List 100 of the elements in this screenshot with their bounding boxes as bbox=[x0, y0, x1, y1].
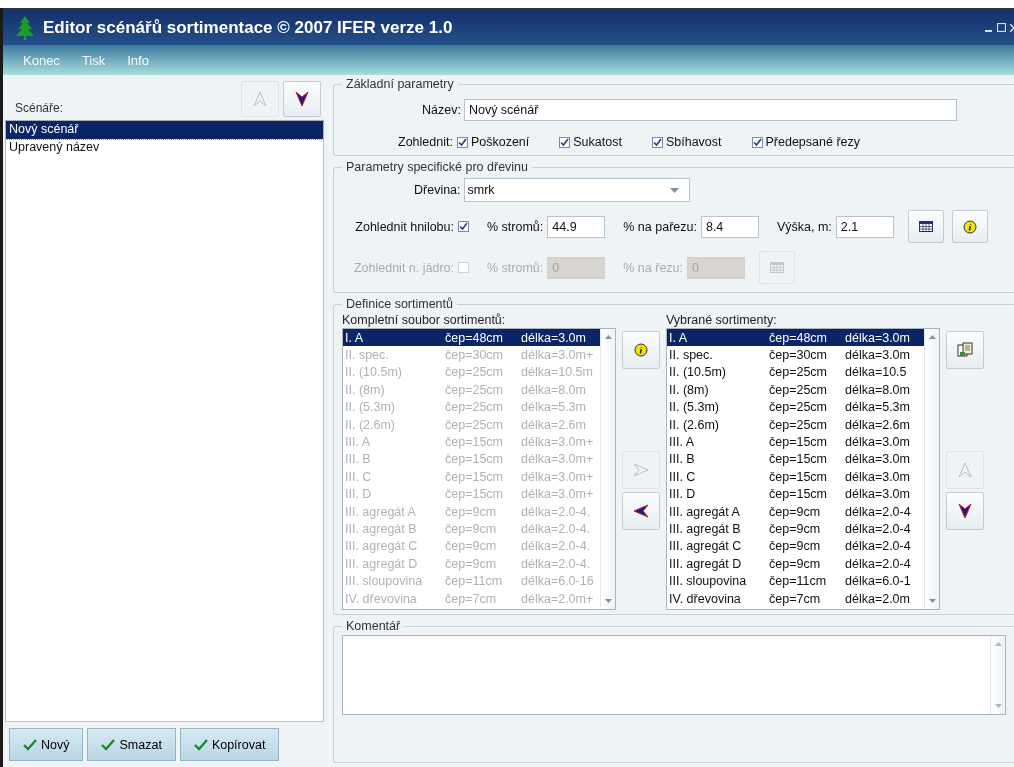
down-arrow-icon bbox=[958, 503, 972, 519]
number-field[interactable]: 8.4 bbox=[700, 215, 759, 238]
assortment-length: délka=10.5m bbox=[521, 365, 594, 380]
list-item[interactable]: I. A čep=48cm délka=3.0m bbox=[667, 329, 924, 347]
assortment-name: II. (5.3m) bbox=[669, 400, 720, 415]
list-item[interactable]: III. agregát D čep=9cm délka=2.0-4 bbox=[667, 555, 924, 573]
list-item[interactable]: II. (5.3m) čep=25cm délka=5.3m bbox=[667, 398, 924, 416]
remove-button[interactable] bbox=[622, 492, 660, 530]
group-title: Parametry specifické pro dřevinu bbox=[345, 160, 530, 174]
list-item[interactable]: III. A čep=15cm délka=3.0m bbox=[667, 433, 924, 451]
field-label: % stromů: bbox=[487, 219, 544, 234]
assortment-name: III. B bbox=[669, 452, 696, 467]
assortment-diameter: čep=15cm bbox=[769, 469, 829, 484]
list-item[interactable]: III. D čep=15cm délka=3.0m bbox=[667, 485, 924, 503]
copy-button[interactable] bbox=[946, 331, 984, 369]
assortment-name: II. (2.6m) bbox=[345, 417, 396, 432]
list-item[interactable]: Nový scénář bbox=[6, 121, 323, 139]
close-icon[interactable] bbox=[1010, 23, 1014, 32]
assortment-diameter: čep=9cm bbox=[769, 504, 822, 519]
assortment-name: III. agregát A bbox=[345, 504, 417, 519]
assortment-name: II. spec. bbox=[669, 348, 714, 363]
checkbox[interactable] bbox=[456, 136, 468, 148]
field-label: % na řezu: bbox=[623, 260, 684, 275]
assortment-diameter: čep=15cm bbox=[769, 487, 829, 502]
assortment-length: délka=5.3m bbox=[521, 400, 587, 415]
assortment-diameter: čep=25cm bbox=[769, 417, 829, 432]
group-title: Základní parametry bbox=[345, 77, 455, 91]
assortment-diameter: čep=15cm bbox=[445, 487, 505, 502]
list-item[interactable]: Upravený název bbox=[6, 139, 323, 157]
assortment-name: IV. dřevovina bbox=[669, 591, 742, 606]
list-item[interactable]: IV. dřevovina čep=7cm délka=2.0m bbox=[667, 589, 924, 608]
assortment-name: III. agregát C bbox=[345, 539, 419, 554]
field-label: % na pařezu: bbox=[623, 219, 697, 234]
checkbox[interactable] bbox=[751, 136, 763, 148]
assortment-name: IV. dřevovina bbox=[345, 591, 418, 606]
move-down-button[interactable] bbox=[283, 81, 321, 117]
group-title: Definice sortimentů bbox=[345, 297, 454, 311]
move-down-button[interactable] bbox=[946, 492, 984, 530]
assortment-diameter: čep=25cm bbox=[445, 365, 505, 380]
window-title: Editor scénářů sortimentace © 2007 IFER verze 1.0 bbox=[43, 17, 454, 38]
scrollbar[interactable] bbox=[924, 329, 939, 609]
action-button[interactable]: Nový bbox=[9, 728, 84, 761]
assortment-name: III. agregát C bbox=[669, 539, 743, 554]
assortment-length: délka=3.0m bbox=[845, 452, 911, 467]
list-item[interactable]: III. B čep=15cm délka=3.0m bbox=[667, 450, 924, 469]
field-label: Zohlednit n. jádro: bbox=[352, 260, 454, 275]
list-item[interactable]: III. sloupovina čep=11cm délka=6.0-1 bbox=[667, 572, 924, 590]
assortment-diameter: čep=30cm bbox=[769, 348, 829, 363]
checkbox-label: Předepsané řezy bbox=[765, 135, 861, 149]
left-arrow-icon bbox=[633, 504, 649, 518]
list-item[interactable]: II. spec. čep=30cm délka=3.0m bbox=[667, 346, 924, 364]
assortment-length: délka=3.0m bbox=[845, 469, 911, 484]
assortment-diameter: čep=9cm bbox=[769, 539, 822, 554]
assortment-length: délka=3.0m+ bbox=[521, 487, 595, 502]
list-item[interactable]: II. (10.5m) čep=25cm délka=10.5 bbox=[667, 363, 924, 382]
info-button[interactable] bbox=[622, 331, 660, 369]
number-field[interactable]: 44.9 bbox=[547, 215, 606, 238]
info-button[interactable] bbox=[951, 210, 988, 243]
assortment-length: délka=6.0-1 bbox=[845, 574, 912, 589]
assortment-diameter: čep=25cm bbox=[445, 400, 505, 415]
assortment-length: délka=2.0m bbox=[845, 591, 911, 606]
assortment-diameter: čep=9cm bbox=[769, 522, 822, 536]
name-field[interactable]: Nový scénář bbox=[463, 99, 957, 121]
assortment-length: délka=3.0m bbox=[845, 348, 911, 363]
calendar-button[interactable] bbox=[907, 210, 944, 243]
checkbox[interactable] bbox=[651, 136, 663, 148]
scroll-down-icon[interactable] bbox=[928, 599, 936, 603]
list-item[interactable]: III. agregát B čep=9cm délka=2.0-4 bbox=[667, 520, 924, 538]
assortment-diameter: čep=7cm bbox=[769, 591, 822, 606]
assortment-diameter: čep=9cm bbox=[445, 539, 498, 554]
list-item[interactable]: II. (2.6m) čep=25cm délka=2.6m bbox=[667, 415, 924, 434]
assortment-length: délka=3.0m bbox=[521, 330, 587, 345]
maximize-icon[interactable] bbox=[997, 23, 1006, 32]
assortment-diameter: čep=25cm bbox=[445, 417, 505, 432]
list-item[interactable]: III. agregát A čep=9cm délka=2.0-4 bbox=[667, 502, 924, 521]
check-icon bbox=[101, 738, 116, 751]
field-label: % stromů: bbox=[487, 260, 544, 275]
assortment-name: II. (2.6m) bbox=[669, 417, 720, 432]
assortment-diameter: čep=11cm bbox=[445, 574, 504, 589]
assortment-length: délka=2.0-4 bbox=[845, 504, 912, 519]
table-icon bbox=[918, 221, 933, 232]
assortment-diameter: čep=15cm bbox=[769, 435, 829, 450]
checkbox-label: Sukatost bbox=[573, 135, 622, 149]
list-item[interactable]: III. agregát C čep=9cm délka=2.0-4 bbox=[667, 537, 924, 556]
list-item[interactable]: II. (8m) čep=25cm délka=8.0m bbox=[667, 381, 924, 399]
action-button[interactable]: Smazat bbox=[87, 728, 176, 761]
assortment-name: III. D bbox=[345, 487, 373, 502]
assortment-diameter: čep=9cm bbox=[445, 504, 498, 519]
assortment-name: III. A bbox=[669, 435, 695, 450]
checkbox[interactable] bbox=[559, 136, 571, 148]
checkbox-label: Poškození bbox=[470, 135, 530, 149]
checkbox[interactable] bbox=[458, 221, 469, 232]
action-button[interactable]: Kopírovat bbox=[179, 728, 280, 761]
scroll-up-icon[interactable] bbox=[928, 335, 936, 339]
list-item[interactable]: III. C čep=15cm délka=3.0m bbox=[667, 468, 924, 486]
list-label: Vybrané sortimenty: bbox=[666, 313, 778, 327]
species-dropdown[interactable]: smrk bbox=[463, 178, 690, 202]
assortment-diameter: čep=25cm bbox=[769, 400, 829, 415]
up-arrow-icon bbox=[253, 91, 267, 107]
number-field[interactable]: 2.1 bbox=[835, 215, 894, 238]
